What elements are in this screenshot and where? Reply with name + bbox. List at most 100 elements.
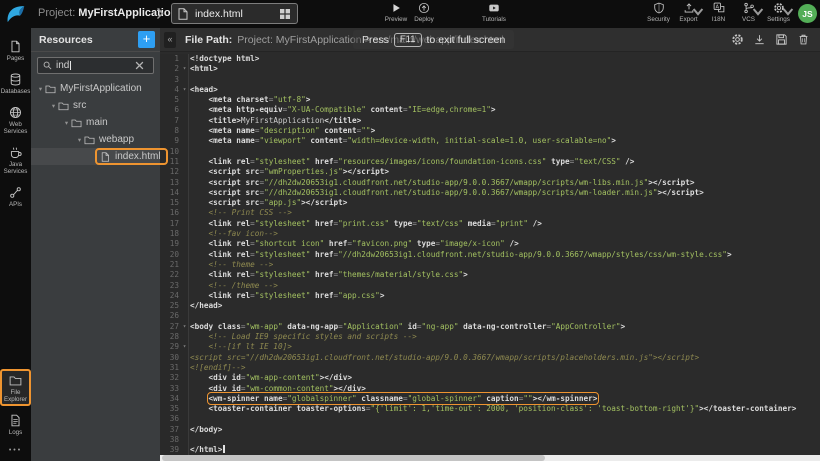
code-text[interactable]: <!-- Load IE9 specific styles and script… bbox=[189, 332, 820, 342]
code-line[interactable]: 14 <script src="//dh2dw20653ig1.cloudfro… bbox=[160, 188, 820, 198]
code-line[interactable]: 16 <!-- Print CSS --> bbox=[160, 208, 820, 218]
code-text[interactable]: <div id="wm-common-content"></div> bbox=[189, 384, 820, 394]
code-text[interactable]: <body class="wm-app" data-ng-app="Applic… bbox=[189, 322, 820, 332]
code-line[interactable]: 23 <!-- /theme --> bbox=[160, 281, 820, 291]
code-line[interactable]: 35 <toaster-container toaster-options="{… bbox=[160, 404, 820, 414]
code-line[interactable]: 13 <script src="//dh2dw20653ig1.cloudfro… bbox=[160, 178, 820, 188]
fold-marker-icon[interactable]: ▾ bbox=[181, 64, 188, 74]
code-line[interactable]: 30<script src="//dh2dw20653ig1.cloudfron… bbox=[160, 353, 820, 363]
deploy-button[interactable]: Deploy bbox=[407, 2, 441, 27]
code-line[interactable]: 19 <link rel="shortcut icon" href="favic… bbox=[160, 239, 820, 249]
horizontal-scrollbar[interactable] bbox=[160, 455, 820, 461]
sidebar-item-databases[interactable]: Databases bbox=[1, 69, 30, 97]
fold-marker-icon[interactable]: ▾ bbox=[181, 342, 188, 352]
code-line[interactable]: 27▾<body class="wm-app" data-ng-app="App… bbox=[160, 322, 820, 332]
save-file-button[interactable] bbox=[775, 33, 788, 46]
grid-icon[interactable] bbox=[279, 8, 291, 20]
code-text[interactable] bbox=[189, 435, 820, 445]
export-button[interactable]: Export bbox=[674, 2, 703, 23]
clear-search-icon[interactable] bbox=[135, 61, 144, 70]
code-text[interactable]: <meta name="description" content=""> bbox=[189, 126, 820, 136]
expander-icon[interactable]: ▾ bbox=[49, 102, 58, 110]
code-line[interactable]: 31<![endif]--> bbox=[160, 363, 820, 373]
fold-marker-icon[interactable]: ▾ bbox=[181, 85, 188, 95]
code-line[interactable]: 32 <div id="wm-app-content"></div> bbox=[160, 373, 820, 383]
code-line[interactable]: 1<!doctype html> bbox=[160, 54, 820, 64]
i18n-button[interactable]: AI18N bbox=[704, 2, 733, 23]
code-text[interactable]: </head> bbox=[189, 301, 820, 311]
collapse-panel-button[interactable]: « bbox=[164, 32, 176, 48]
code-line[interactable]: 3 bbox=[160, 75, 820, 85]
code-text[interactable]: <link rel="stylesheet" href="app.css"> bbox=[189, 291, 820, 301]
code-text[interactable]: <head> bbox=[189, 85, 820, 95]
search-input[interactable]: ind bbox=[37, 57, 154, 74]
user-avatar[interactable]: JS bbox=[798, 4, 817, 23]
code-text[interactable]: <!-- /theme --> bbox=[189, 281, 820, 291]
code-text[interactable]: <script src="//dh2dw20653ig1.cloudfront.… bbox=[189, 188, 820, 198]
code-text[interactable]: <meta name="viewport" content="width=dev… bbox=[189, 136, 820, 146]
code-line[interactable]: 25</head> bbox=[160, 301, 820, 311]
code-line[interactable]: 37</body> bbox=[160, 425, 820, 435]
code-text[interactable] bbox=[189, 311, 820, 321]
code-text[interactable]: <!--fav icon--> bbox=[189, 229, 820, 239]
code-line[interactable]: 26 bbox=[160, 311, 820, 321]
code-text[interactable]: <meta charset="utf-8"> bbox=[189, 95, 820, 105]
security-button[interactable]: Security bbox=[644, 2, 673, 23]
code-text[interactable]: <link rel="stylesheet" href="//dh2dw2065… bbox=[189, 250, 820, 260]
wavemaker-logo-icon[interactable] bbox=[3, 2, 29, 26]
code-line[interactable]: 17 <link rel="stylesheet" href="print.cs… bbox=[160, 219, 820, 229]
code-text[interactable]: <div id="wm-app-content"></div> bbox=[189, 373, 820, 383]
code-text[interactable]: <link rel="stylesheet" href="resources/i… bbox=[189, 157, 820, 167]
code-line[interactable]: 34 <wm-spinner name="globalspinner" clas… bbox=[160, 394, 820, 404]
add-resource-button[interactable]: + bbox=[138, 31, 155, 48]
tab-index-html[interactable]: index.html bbox=[171, 3, 298, 24]
code-text[interactable]: <script src="//dh2dw20653ig1.cloudfront.… bbox=[189, 178, 820, 188]
code-text[interactable] bbox=[189, 414, 820, 424]
code-text[interactable]: <script src="//dh2dw20653ig1.cloudfront.… bbox=[189, 353, 820, 363]
scrollbar-thumb[interactable] bbox=[162, 455, 545, 461]
code-line[interactable]: 15 <script src="app.js"></script> bbox=[160, 198, 820, 208]
code-line[interactable]: 20 <link rel="stylesheet" href="//dh2dw2… bbox=[160, 250, 820, 260]
code-text[interactable] bbox=[189, 147, 820, 157]
code-text[interactable]: <link rel="stylesheet" href="print.css" … bbox=[189, 219, 820, 229]
sidebar-item-java-services[interactable]: Java Services bbox=[1, 142, 30, 177]
code-text[interactable]: <!doctype html> bbox=[189, 54, 820, 64]
code-line[interactable]: 7 <title>MyFirstApplication</title> bbox=[160, 116, 820, 126]
tree-item-src[interactable]: ▾src bbox=[31, 97, 160, 114]
code-line[interactable]: 22 <link rel="stylesheet" href="themes/m… bbox=[160, 270, 820, 280]
code-line[interactable]: 4▾<head> bbox=[160, 85, 820, 95]
code-text[interactable]: <title>MyFirstApplication</title> bbox=[189, 116, 820, 126]
code-line[interactable]: 29▾ <!--[if lt IE 10]> bbox=[160, 342, 820, 352]
code-line[interactable]: 38 bbox=[160, 435, 820, 445]
sidebar-more-button[interactable]: ••• bbox=[0, 443, 31, 457]
editor-settings-button[interactable] bbox=[731, 33, 744, 46]
download-file-button[interactable] bbox=[753, 33, 766, 46]
code-text[interactable]: <wm-spinner name="globalspinner" classna… bbox=[189, 394, 820, 404]
code-line[interactable]: 33 <div id="wm-common-content"></div> bbox=[160, 384, 820, 394]
code-text[interactable]: <![endif]--> bbox=[189, 363, 820, 373]
code-line[interactable]: 5 <meta charset="utf-8"> bbox=[160, 95, 820, 105]
code-line[interactable]: 10 bbox=[160, 147, 820, 157]
tutorials-button[interactable]: Tutorials bbox=[477, 2, 511, 27]
code-text[interactable]: <!--[if lt IE 10]> bbox=[189, 342, 820, 352]
delete-file-button[interactable] bbox=[797, 33, 810, 46]
code-text[interactable]: </html> bbox=[189, 445, 820, 455]
code-line[interactable]: 2▾<html> bbox=[160, 64, 820, 74]
sidebar-item-logs[interactable]: Logs bbox=[1, 410, 30, 438]
tree-item-webapp[interactable]: ▾webapp bbox=[31, 131, 160, 148]
sidebar-item-file-explorer[interactable]: File Explorer bbox=[1, 370, 30, 405]
code-line[interactable]: 24 <link rel="stylesheet" href="app.css"… bbox=[160, 291, 820, 301]
sidebar-item-web-services[interactable]: Web Services bbox=[1, 102, 30, 137]
code-line[interactable]: 21 <!-- theme --> bbox=[160, 260, 820, 270]
settings-button[interactable]: Settings bbox=[764, 2, 793, 23]
code-line[interactable]: 28 <!-- Load IE9 specific styles and scr… bbox=[160, 332, 820, 342]
code-line[interactable]: 36 bbox=[160, 414, 820, 424]
expander-icon[interactable]: ▾ bbox=[36, 85, 45, 93]
code-text[interactable]: <!-- theme --> bbox=[189, 260, 820, 270]
fold-marker-icon[interactable]: ▾ bbox=[181, 322, 188, 332]
tree-item-index-html[interactable]: index.html bbox=[31, 148, 160, 165]
vcs-button[interactable]: VCS bbox=[734, 2, 763, 23]
code-line[interactable]: 39</html> bbox=[160, 445, 820, 455]
code-line[interactable]: 18 <!--fav icon--> bbox=[160, 229, 820, 239]
code-line[interactable]: 11 <link rel="stylesheet" href="resource… bbox=[160, 157, 820, 167]
